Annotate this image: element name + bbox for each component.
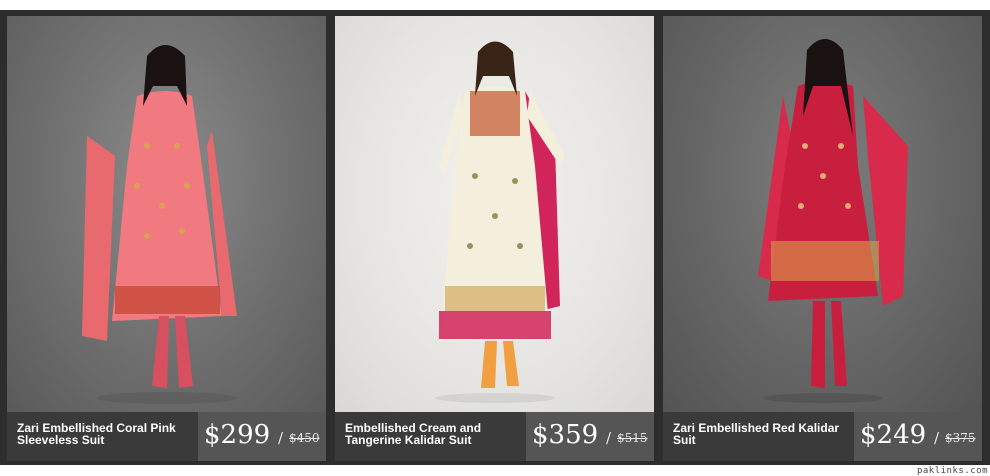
original-price: $450 <box>289 431 320 445</box>
product-photo[interactable] <box>7 16 326 412</box>
product-name[interactable]: Embellished Cream and Tangerine Kalidar … <box>345 422 527 446</box>
product-photo[interactable] <box>663 16 982 412</box>
product-card[interactable]: Zari Embellished Red Kalidar Suit $249 /… <box>663 16 982 461</box>
watermark: paklinks.com <box>916 466 988 476</box>
sale-price: $249 <box>860 420 927 450</box>
price-separator: / <box>934 429 940 447</box>
original-price: $375 <box>945 431 976 445</box>
price-separator: / <box>278 429 284 447</box>
price-separator: / <box>606 429 612 447</box>
product-name[interactable]: Zari Embellished Red Kalidar Suit <box>673 422 855 446</box>
price-box: $299 / $450 <box>198 412 326 461</box>
sale-price: $299 <box>204 420 271 450</box>
product-caption: Embellished Cream and Tangerine Kalidar … <box>335 412 654 461</box>
price-box: $359 / $515 <box>526 412 654 461</box>
sale-price: $359 <box>532 420 599 450</box>
product-card[interactable]: Embellished Cream and Tangerine Kalidar … <box>335 16 654 461</box>
product-name[interactable]: Zari Embellished Coral Pink Sleeveless S… <box>17 422 199 446</box>
product-card[interactable]: Zari Embellished Coral Pink Sleeveless S… <box>7 16 326 461</box>
product-caption: Zari Embellished Coral Pink Sleeveless S… <box>7 412 326 461</box>
price-box: $249 / $375 <box>854 412 982 461</box>
product-photo[interactable] <box>335 16 654 412</box>
product-caption: Zari Embellished Red Kalidar Suit $249 /… <box>663 412 982 461</box>
original-price: $515 <box>617 431 648 445</box>
